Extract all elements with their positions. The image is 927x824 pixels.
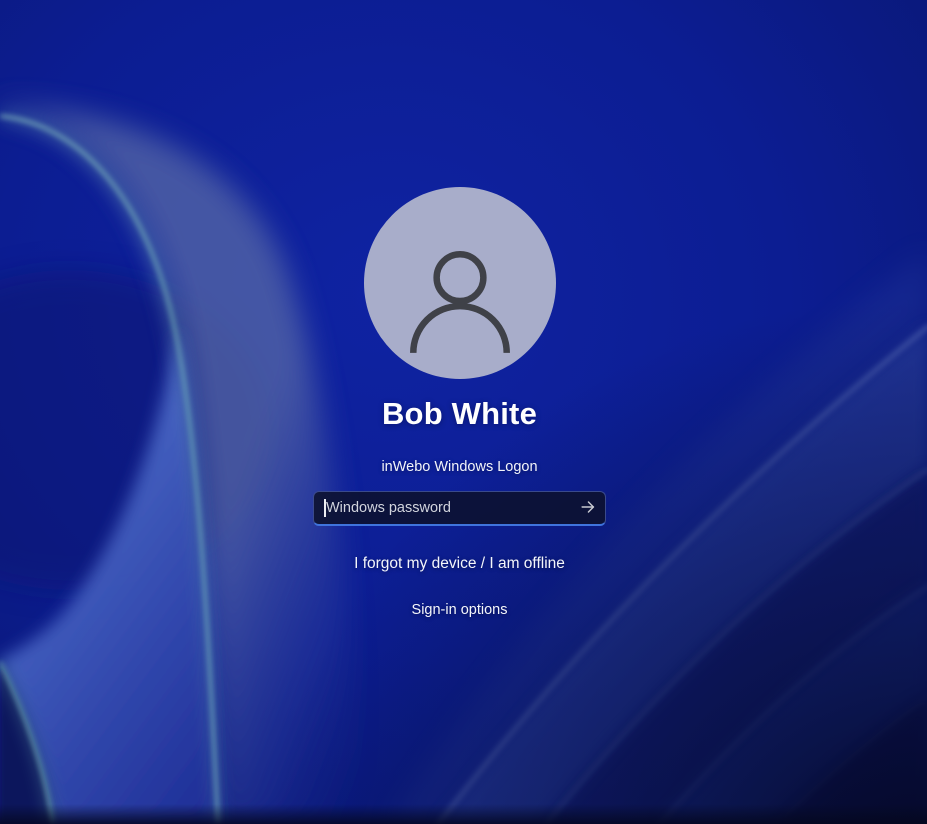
login-panel: Bob White inWebo Windows Logon I forgot … xyxy=(250,187,670,618)
avatar xyxy=(364,187,556,379)
person-icon xyxy=(395,235,525,365)
password-input[interactable] xyxy=(313,491,606,526)
user-name: Bob White xyxy=(382,396,537,432)
lock-screen: Bob White inWebo Windows Logon I forgot … xyxy=(0,0,927,824)
arrow-right-icon xyxy=(579,498,597,516)
submit-button[interactable] xyxy=(573,494,603,521)
password-row xyxy=(313,491,606,526)
sign-in-options-link[interactable]: Sign-in options xyxy=(412,602,508,618)
forgot-device-link[interactable]: I forgot my device / I am offline xyxy=(354,555,565,573)
credential-provider-label: inWebo Windows Logon xyxy=(381,459,537,475)
